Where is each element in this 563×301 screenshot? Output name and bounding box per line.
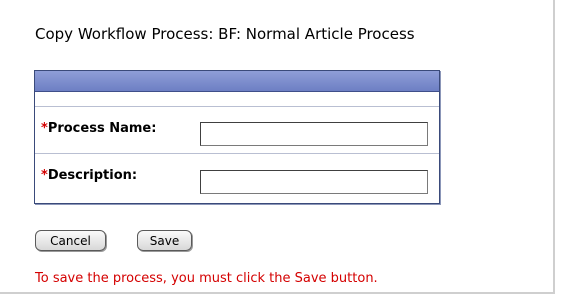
save-button[interactable]: Save (137, 230, 192, 251)
panel-header-bar (35, 71, 439, 92)
process-name-label: *Process Name: (41, 121, 157, 136)
description-row: *Description: (35, 154, 439, 204)
cancel-button[interactable]: Cancel (35, 230, 106, 251)
process-name-row: *Process Name: (35, 107, 439, 154)
page-title: Copy Workflow Process: BF: Normal Articl… (35, 25, 415, 43)
process-name-input[interactable] (200, 122, 428, 146)
required-marker: * (41, 168, 48, 183)
save-notice: To save the process, you must click the … (35, 271, 378, 286)
panel-spacer (35, 92, 439, 107)
description-label: *Description: (41, 168, 138, 183)
description-input[interactable] (200, 170, 428, 194)
required-marker: * (41, 121, 48, 136)
process-form-panel: *Process Name: *Description: (34, 70, 440, 204)
